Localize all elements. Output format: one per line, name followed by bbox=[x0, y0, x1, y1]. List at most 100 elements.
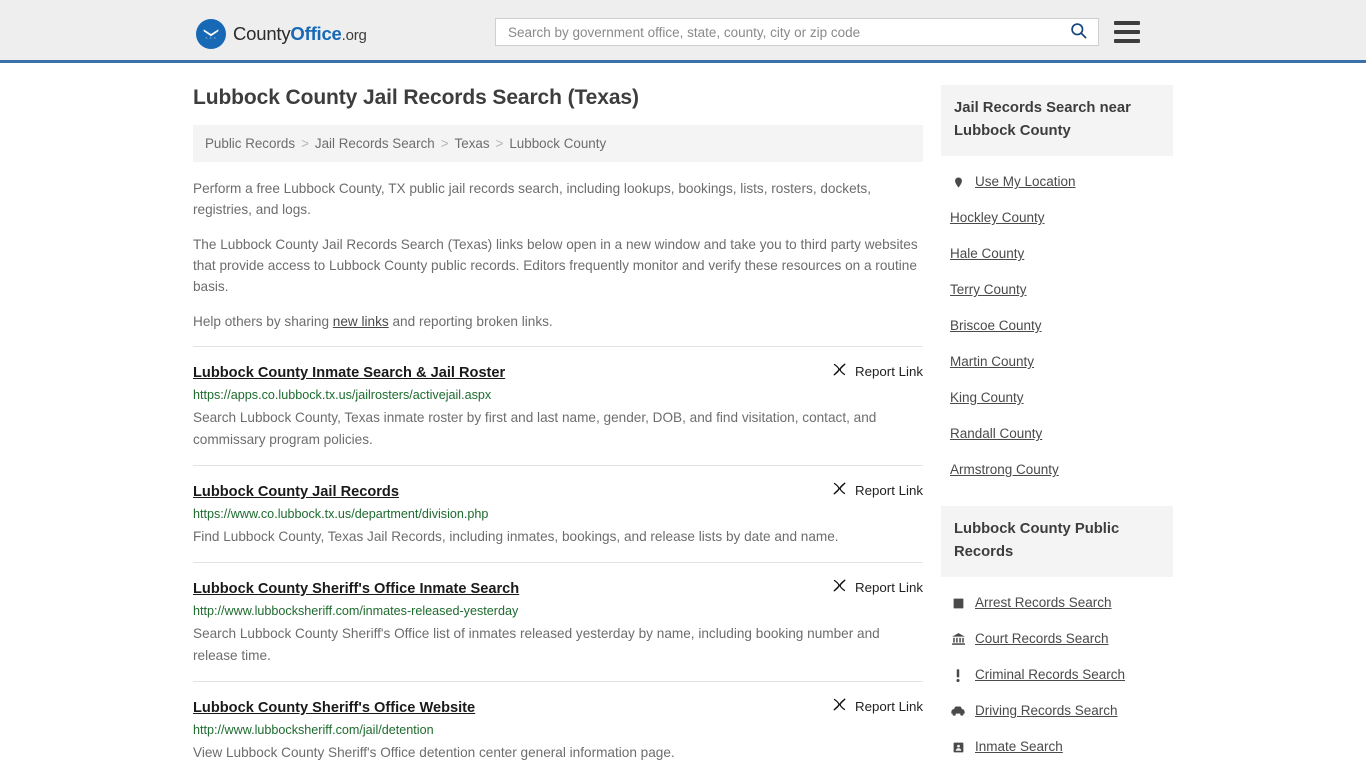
intro-paragraph-2: The Lubbock County Jail Records Search (… bbox=[193, 237, 918, 294]
county-office-emblem-icon bbox=[196, 19, 226, 49]
result-title-link[interactable]: Lubbock County Sheriff's Office Website bbox=[193, 699, 475, 718]
search-input[interactable] bbox=[506, 19, 1063, 45]
result-item: Lubbock County Inmate Search & Jail Rost… bbox=[193, 346, 923, 465]
result-item: Lubbock County Jail Records Report Link ht… bbox=[193, 465, 923, 562]
result-url: http://www.lubbocksheriff.com/inmates-re… bbox=[193, 604, 519, 618]
broken-link-icon bbox=[832, 362, 847, 380]
sidebar-public-records-list: Arrest Records Search Court Records Searc… bbox=[941, 585, 1173, 765]
hamburger-menu-button[interactable] bbox=[1114, 18, 1140, 46]
sidebar-link[interactable]: Court Records Search bbox=[975, 630, 1109, 648]
sidebar-link[interactable]: Use My Location bbox=[975, 173, 1076, 191]
sidebar-link[interactable]: Armstrong County bbox=[950, 461, 1059, 479]
result-url: https://www.co.lubbock.tx.us/department/… bbox=[193, 507, 489, 521]
sidebar-link[interactable]: Martin County bbox=[950, 353, 1034, 371]
sidebar-list-item[interactable]: Briscoe County bbox=[941, 308, 1173, 344]
result-item: Lubbock County Sheriff's Office Website R… bbox=[193, 681, 923, 768]
result-header: Lubbock County Sheriff's Office Website R… bbox=[193, 695, 923, 718]
sidebar-list-item[interactable]: Martin County bbox=[941, 344, 1173, 380]
result-title-link[interactable]: Lubbock County Jail Records bbox=[193, 483, 399, 502]
sidebar-list-item[interactable]: Hale County bbox=[941, 236, 1173, 272]
report-link-button[interactable]: Report Link bbox=[832, 360, 923, 380]
breadcrumb-item-4: Lubbock County bbox=[509, 136, 607, 151]
hamburger-bar-3 bbox=[1114, 39, 1140, 43]
results-list: Lubbock County Inmate Search & Jail Rost… bbox=[193, 346, 923, 768]
site-header: CountyOffice.org bbox=[0, 0, 1366, 63]
map-pin-icon bbox=[950, 175, 966, 190]
intro-paragraph-1: Perform a free Lubbock County, TX public… bbox=[193, 181, 871, 217]
help-paragraph: Help others by sharing new links and rep… bbox=[193, 311, 923, 332]
sidebar-list-item[interactable]: Court Records Search bbox=[941, 621, 1173, 657]
sidebar-nearby-heading: Jail Records Search near Lubbock County bbox=[941, 85, 1173, 156]
sidebar-list-item[interactable]: Driving Records Search bbox=[941, 693, 1173, 729]
sidebar-link[interactable]: King County bbox=[950, 389, 1024, 407]
result-title-link[interactable]: Lubbock County Sheriff's Office Inmate S… bbox=[193, 580, 519, 599]
page-title: Lubbock County Jail Records Search (Texa… bbox=[193, 86, 639, 109]
result-description: Search Lubbock County Sheriff's Office l… bbox=[193, 626, 880, 663]
broken-link-icon bbox=[832, 697, 847, 715]
site-logo-link[interactable]: CountyOffice.org bbox=[196, 19, 367, 49]
header-search bbox=[495, 18, 1140, 46]
sidebar-link[interactable]: Hockley County bbox=[950, 209, 1045, 227]
report-link-button[interactable]: Report Link bbox=[832, 695, 923, 715]
breadcrumb-separator: > bbox=[440, 136, 449, 151]
sidebar-link[interactable]: Criminal Records Search bbox=[975, 666, 1125, 684]
sidebar-public-records-heading: Lubbock County Public Records bbox=[941, 506, 1173, 577]
sidebar-list-item[interactable]: Hockley County bbox=[941, 200, 1173, 236]
book-icon bbox=[950, 597, 966, 610]
id-card-icon bbox=[950, 741, 966, 754]
help-prefix: Help others by sharing bbox=[193, 314, 333, 329]
sidebar-list-item[interactable]: Arrest Records Search bbox=[941, 585, 1173, 621]
report-link-button[interactable]: Report Link bbox=[832, 479, 923, 499]
breadcrumb-item-3[interactable]: Texas bbox=[455, 136, 490, 151]
sidebar-link[interactable]: Hale County bbox=[950, 245, 1024, 263]
sidebar-list-item[interactable]: Terry County bbox=[941, 272, 1173, 308]
sidebar-link[interactable]: Inmate Search bbox=[975, 738, 1063, 756]
result-header: Lubbock County Inmate Search & Jail Rost… bbox=[193, 360, 923, 383]
sidebar-list-item[interactable]: Randall County bbox=[941, 416, 1173, 452]
sidebar-link[interactable]: Driving Records Search bbox=[975, 702, 1118, 720]
sidebar-list-item[interactable]: Inmate Search bbox=[941, 729, 1173, 765]
car-icon bbox=[950, 705, 966, 717]
sidebar-nearby-list: Use My Location Hockley County Hale County… bbox=[941, 164, 1173, 488]
search-submit-button[interactable] bbox=[1063, 21, 1090, 43]
brand-part-org: .org bbox=[341, 26, 367, 44]
sidebar: Jail Records Search near Lubbock County … bbox=[941, 85, 1173, 768]
new-links-link[interactable]: new links bbox=[333, 314, 389, 329]
breadcrumb-item-2[interactable]: Jail Records Search bbox=[315, 136, 435, 151]
sidebar-list-item[interactable]: Armstrong County bbox=[941, 452, 1173, 488]
search-box[interactable] bbox=[495, 18, 1099, 46]
result-description: Find Lubbock County, Texas Jail Records,… bbox=[193, 529, 839, 544]
exclamation-icon bbox=[950, 668, 966, 683]
breadcrumb-separator: > bbox=[495, 136, 504, 151]
hamburger-bar-1 bbox=[1114, 21, 1140, 25]
sidebar-link[interactable]: Briscoe County bbox=[950, 317, 1042, 335]
brand-part-county: County bbox=[233, 22, 291, 44]
result-url: http://www.lubbocksheriff.com/jail/deten… bbox=[193, 723, 434, 737]
breadcrumb: Public Records > Jail Records Search > Texas… bbox=[193, 125, 923, 162]
help-suffix: and reporting broken links. bbox=[388, 314, 553, 329]
broken-link-icon bbox=[832, 578, 847, 596]
result-item: Lubbock County Sheriff's Office Inmate S… bbox=[193, 562, 923, 681]
report-link-label: Report Link bbox=[855, 363, 923, 379]
result-description: Search Lubbock County, Texas inmate rost… bbox=[193, 410, 877, 447]
result-header: Lubbock County Jail Records Report Link bbox=[193, 479, 923, 502]
sidebar-list-item[interactable]: Criminal Records Search bbox=[941, 657, 1173, 693]
sidebar-list-item[interactable]: Use My Location bbox=[941, 164, 1173, 200]
result-url: https://apps.co.lubbock.tx.us/jailroster… bbox=[193, 388, 492, 402]
report-link-label: Report Link bbox=[855, 698, 923, 714]
sidebar-link[interactable]: Arrest Records Search bbox=[975, 594, 1112, 612]
sidebar-link[interactable]: Randall County bbox=[950, 425, 1042, 443]
result-header: Lubbock County Sheriff's Office Inmate S… bbox=[193, 576, 923, 599]
search-icon bbox=[1069, 21, 1088, 43]
breadcrumb-item-1[interactable]: Public Records bbox=[205, 136, 295, 151]
sidebar-link[interactable]: Terry County bbox=[950, 281, 1027, 299]
broken-link-icon bbox=[832, 481, 847, 499]
report-link-label: Report Link bbox=[855, 482, 923, 498]
site-logo-text: CountyOffice.org bbox=[233, 22, 367, 44]
report-link-button[interactable]: Report Link bbox=[832, 576, 923, 596]
bank-icon bbox=[950, 632, 966, 646]
result-title-link[interactable]: Lubbock County Inmate Search & Jail Rost… bbox=[193, 364, 505, 383]
report-link-label: Report Link bbox=[855, 579, 923, 595]
hamburger-bar-2 bbox=[1114, 30, 1140, 34]
sidebar-list-item[interactable]: King County bbox=[941, 380, 1173, 416]
